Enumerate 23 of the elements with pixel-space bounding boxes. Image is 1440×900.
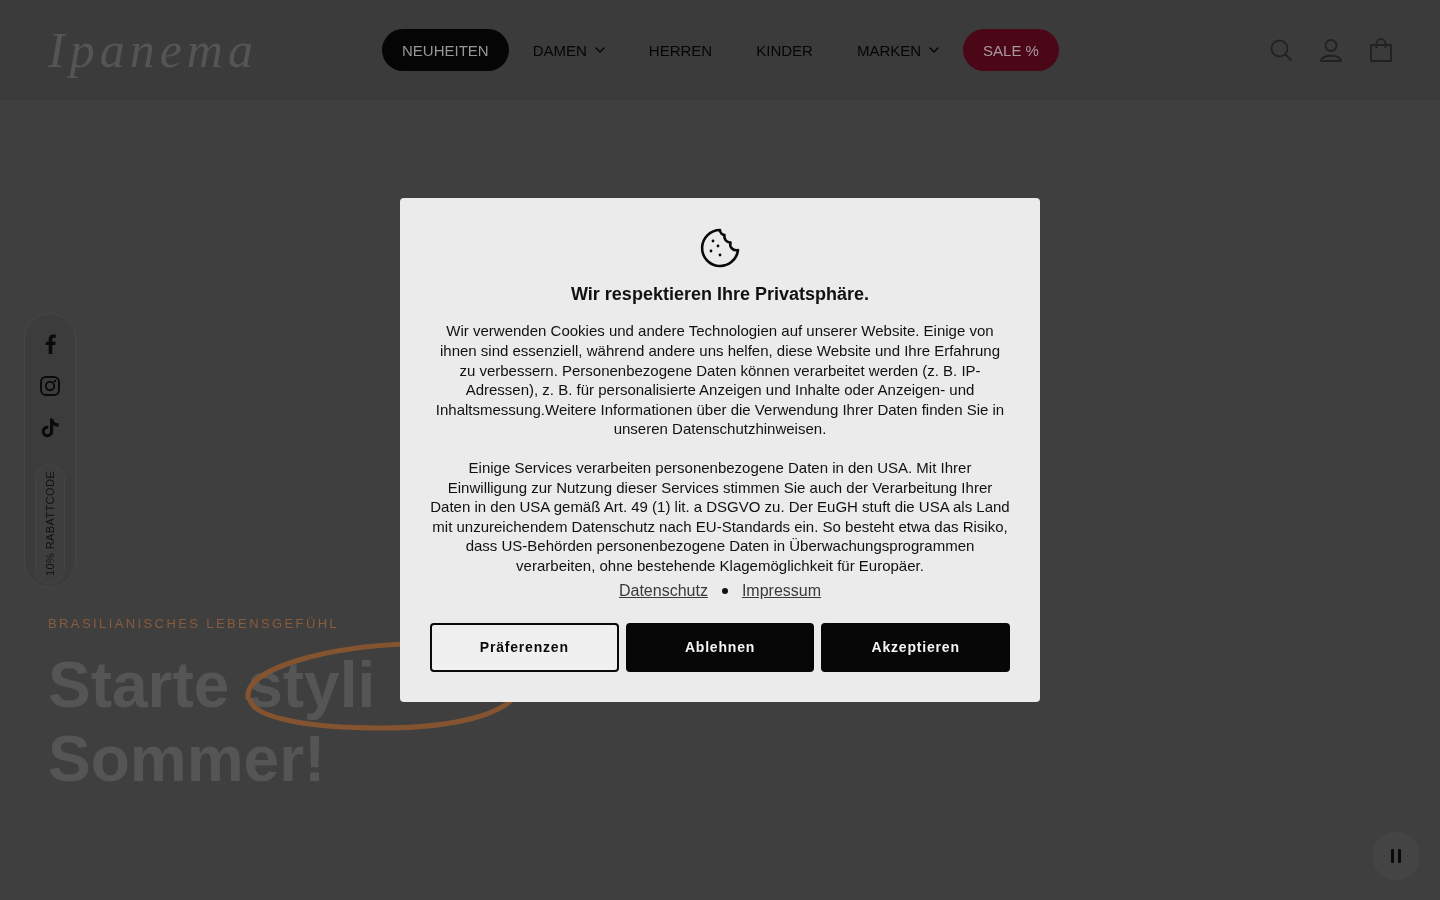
facebook-icon[interactable] xyxy=(44,334,56,354)
dialog-title: Wir respektieren Ihre Privatsphäre. xyxy=(571,283,869,307)
sale-pill-link[interactable]: SALE % xyxy=(963,29,1059,71)
dialog-button[interactable]: Präferenzen xyxy=(430,622,619,672)
dialog-link[interactable]: Impressum xyxy=(741,579,822,602)
bullet-icon xyxy=(721,587,728,594)
search-icon[interactable] xyxy=(1270,39,1292,61)
tiktok-icon[interactable] xyxy=(41,418,59,438)
nav-pill-link[interactable]: NEUHEITEN xyxy=(382,29,509,71)
instagram-icon[interactable] xyxy=(40,376,60,396)
dialog-button[interactable]: Akzeptieren xyxy=(821,622,1010,672)
cookie-icon xyxy=(700,228,740,269)
shopping-bag-icon[interactable] xyxy=(1370,38,1392,62)
dialog-button[interactable]: Ablehnen xyxy=(625,622,815,672)
dialog-text: Einige Services verarbeiten personenbezogene Daten in den USA. Mit Ihrer Einwilligung zur Nutzung dieser Services stimmen Sie auch der Verarbeitung Ihrer Daten in den USA gemäß Art. 49 (1) lit. a DSGVO zu. Der EuGH stuft die USA als Land mit unzureichendem Datenschutz nach EU-Standards ein. So besteht etwa das Risiko, dass US-Behörden personenbezogene Daten in Überwachungsprogrammen verarbeiten, ohne bestehende Klagemöglichkeit für Europäer. xyxy=(430,458,1010,576)
dialog-link[interactable]: Datenschutz xyxy=(618,579,708,602)
pause-button[interactable] xyxy=(1372,832,1420,880)
pause-icon xyxy=(1391,849,1401,863)
account-icon[interactable] xyxy=(1320,38,1342,62)
chevron-down-icon xyxy=(929,47,940,53)
chevron-down-icon xyxy=(594,47,605,53)
hero-eyebrow: BRASILIANISCHES LEBENSGEFÜHL xyxy=(48,615,340,633)
dialog-text: Wir verwenden Cookies und andere Technologien auf unserer Website. Einige von ihnen sind essenziell, während andere uns helfen, diese Website und Ihre Erfahrung zu verbessern. Personenbezogene Daten können verarbeitet werden (z. B. IP-Adressen), z. B. für personalisierte Anzeigen und Inhalte oder Anzeigen- und Inhaltsmessung.Weitere Informationen über die Verwendung Ihrer Daten finden Sie in unseren Datenschutzhinweisen. xyxy=(434,321,1006,439)
